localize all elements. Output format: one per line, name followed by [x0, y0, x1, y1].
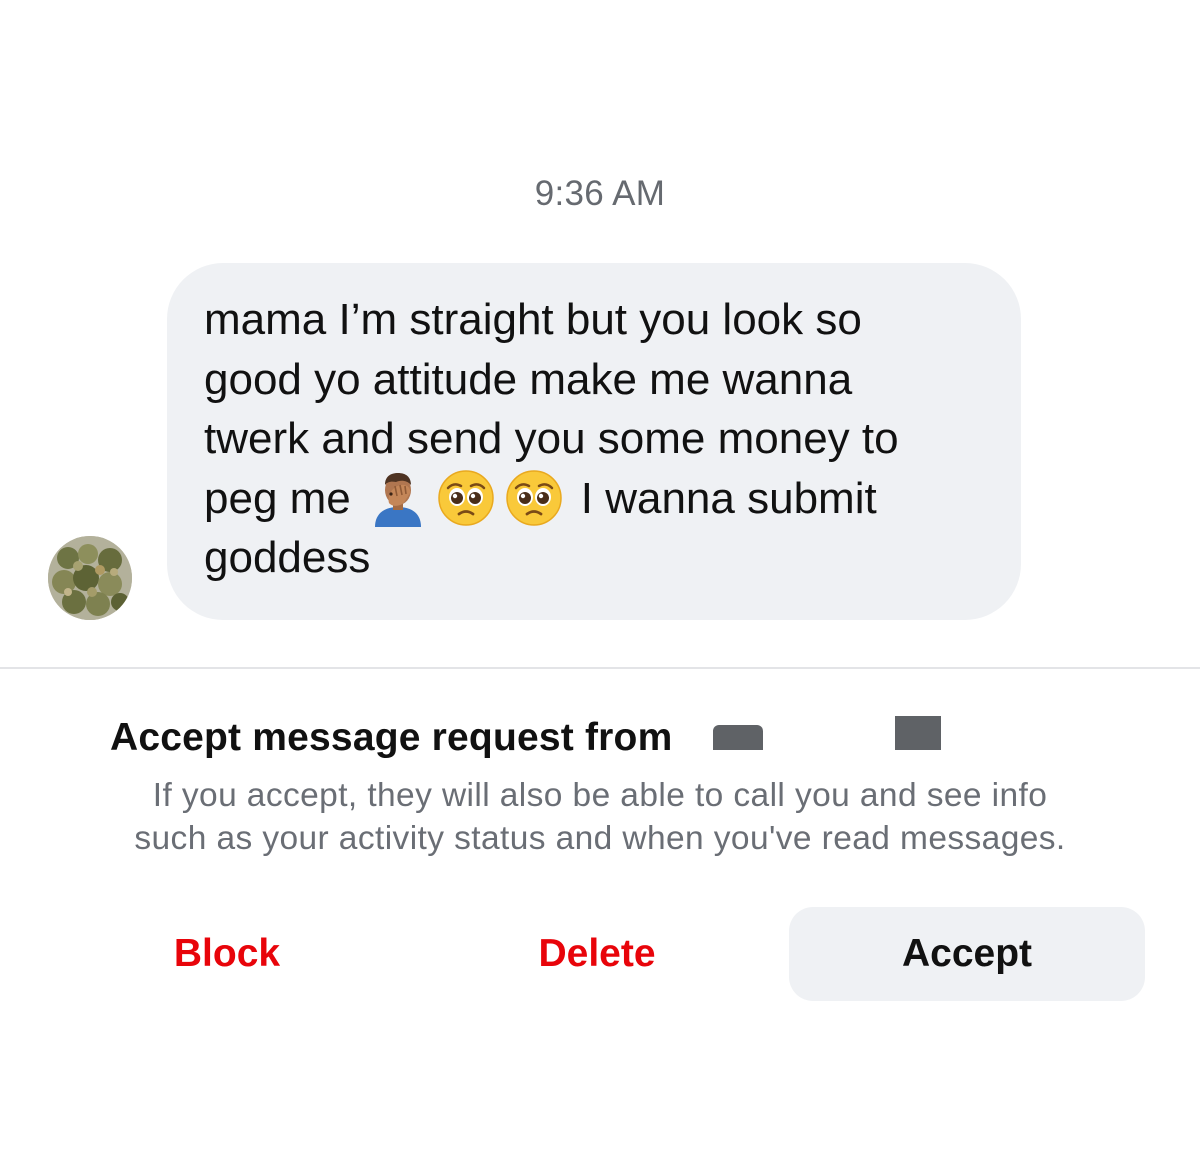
message-line: mama I’m straight but you look so [204, 295, 862, 344]
request-description-line: If you accept, they will also be able to… [152, 777, 1048, 814]
pleading-face-emoji-icon [505, 469, 563, 527]
message-line: goddess [204, 533, 371, 582]
message-line-with-emojis: peg me I wanna submit [204, 469, 981, 529]
request-description: If you accept, they will also be able to… [0, 774, 1200, 860]
pleading-face-emoji-icon [437, 469, 495, 527]
redacted-name-block [895, 716, 941, 750]
message-line: I wanna submit [580, 473, 877, 523]
redacted-name-block [713, 725, 763, 750]
section-divider [0, 667, 1200, 669]
message-line: good yo attitude make me wanna [204, 354, 853, 404]
sender-avatar[interactable] [48, 536, 132, 620]
delete-button[interactable]: Delete [462, 907, 732, 1001]
accept-button[interactable]: Accept [789, 907, 1145, 1001]
message-line: twerk and send you some money to [204, 414, 899, 463]
message-line: peg me [204, 473, 351, 523]
request-description-line: such as your activity status and when yo… [134, 820, 1066, 857]
message-bubble[interactable]: mama I’m straight but you look so good y… [167, 263, 1021, 620]
request-title: Accept message request from [110, 716, 673, 759]
block-button[interactable]: Block [92, 907, 362, 1001]
avatar-image [48, 536, 132, 620]
message-timestamp: 9:36 AM [534, 174, 666, 213]
facepalm-emoji-icon [369, 469, 427, 528]
